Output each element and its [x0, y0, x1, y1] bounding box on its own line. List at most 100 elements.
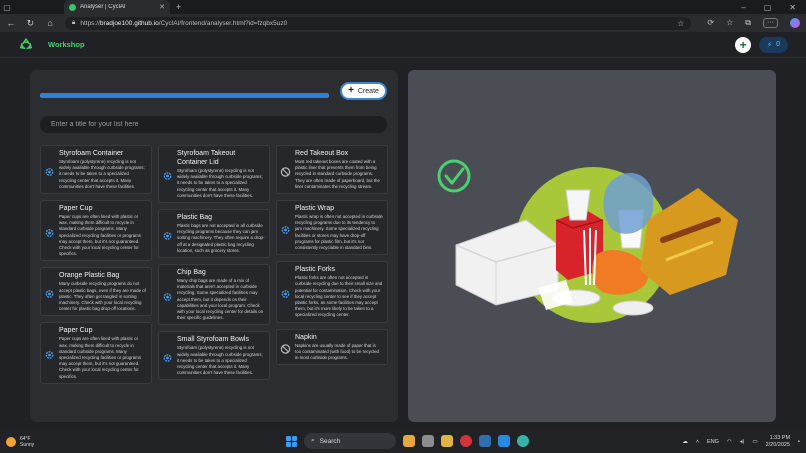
recycle-logo-icon[interactable]: [18, 37, 34, 53]
home-icon[interactable]: ⌂: [45, 18, 55, 28]
item-card[interactable]: Small Styrofoam Bowls Styrofoam (polystyr…: [158, 331, 270, 381]
taskbar-search[interactable]: ⌕ Search: [304, 433, 396, 449]
windows-start-icon[interactable]: [286, 435, 297, 447]
taskbar-center: ⌕ Search: [286, 433, 529, 449]
not-allowed-icon: [280, 164, 291, 177]
task-view-icon[interactable]: [422, 435, 434, 447]
item-name: Orange Plastic Bag: [59, 272, 120, 280]
battery-icon[interactable]: ▭: [752, 439, 757, 445]
points-count: 0: [776, 41, 780, 48]
split-screen-icon[interactable]: ⧉: [745, 18, 751, 28]
steam-icon[interactable]: [479, 435, 491, 447]
weather-widget[interactable]: 64°F Sunny: [6, 436, 34, 448]
create-button[interactable]: + Create: [340, 82, 387, 100]
chevron-up-icon[interactable]: ˄: [696, 439, 699, 445]
add-button[interactable]: +: [735, 36, 752, 53]
clock[interactable]: 1:33 PM 2/20/2025: [766, 435, 790, 449]
item-column-3: Red Takeout Box Most red takeout boxes ar…: [276, 145, 388, 366]
close-tab-icon[interactable]: ✕: [159, 3, 165, 11]
results-panel: + Create Styrofoam Container Styrofoam (p…: [30, 70, 398, 422]
wifi-icon[interactable]: ◠: [727, 439, 732, 445]
item-card[interactable]: Plastic Bag Plastic bags are not accepted…: [158, 209, 270, 259]
paper-cup: [565, 189, 591, 221]
app-root: Workshop + ⚡︎ 0 + Create Styrofoam Conta…: [0, 32, 806, 430]
progress-fill: [40, 93, 329, 98]
item-card[interactable]: Plastic Wrap Plastic wrap is often not ac…: [276, 200, 388, 256]
item-name: Red Takeout Box: [295, 150, 349, 157]
item-description: Plastic forks are often not accepted in …: [295, 275, 383, 318]
browser-tab-analyser[interactable]: Analyser | CyclAI ✕: [64, 0, 170, 14]
points-badge[interactable]: ⚡︎ 0: [759, 36, 788, 53]
item-name: Paper Cup: [59, 327, 93, 335]
cloud-icon[interactable]: ☁︎: [682, 439, 688, 445]
item-description: Styrofoam (polystyrene) recycling is not…: [59, 159, 145, 189]
item-card[interactable]: Red Takeout Box Most red takeout boxes ar…: [276, 145, 388, 195]
weather-condition: Sunny: [20, 441, 35, 448]
favicon-icon: [69, 3, 76, 11]
recycle-gear-icon: [162, 350, 173, 362]
item-card[interactable]: Plastic Forks Plastic forks are often not…: [276, 261, 388, 323]
not-allowed-icon: [280, 341, 291, 354]
item-name: Styrofoam Container: [59, 150, 124, 157]
recycle-gear-icon: [162, 169, 173, 180]
header-actions: + ⚡︎ 0: [735, 36, 788, 53]
window-menu-icon[interactable]: ▢: [0, 0, 14, 14]
minimize-icon[interactable]: –: [741, 3, 745, 12]
browser-toolbar: ⟳ ☆ ⧉ ···: [707, 18, 800, 28]
item-card[interactable]: Paper Cup Paper cups are often lined with…: [40, 200, 152, 262]
item-description: Paper cups are often lined with plastic …: [59, 336, 141, 379]
window-controls: – ▢ ✕: [741, 3, 806, 12]
address-bar-row: ← ↻ ⌂ 🔒︎ https://bradjoe100.github.io/Cy…: [0, 14, 806, 32]
collections-icon[interactable]: ☆: [726, 18, 733, 28]
list-title-input[interactable]: [40, 116, 387, 133]
recycle-gear-icon: [44, 164, 55, 176]
item-description: Styrofoam (polystyrene) recycling is not…: [177, 168, 263, 198]
item-description: Most red takeout boxes are coated with a…: [295, 159, 380, 189]
search-icon: ⌕: [311, 437, 315, 444]
search-label: Search: [319, 437, 341, 445]
close-window-icon[interactable]: ✕: [789, 3, 796, 12]
recycle-gear-icon: [280, 286, 291, 298]
copilot-icon[interactable]: [789, 18, 800, 28]
more-options-icon[interactable]: ···: [762, 18, 778, 28]
item-card[interactable]: Orange Plastic Bag Many curbside recyclin…: [40, 267, 152, 317]
image-preview-panel: [408, 70, 776, 422]
item-card[interactable]: Styrofoam Container Styrofoam (polystyren…: [40, 145, 152, 195]
vscode-icon[interactable]: [498, 435, 510, 447]
back-icon[interactable]: ←: [6, 18, 16, 28]
recycle-gear-icon: [44, 286, 55, 298]
notification-icon[interactable]: ▪: [798, 439, 800, 445]
opera-icon[interactable]: [460, 435, 472, 447]
item-card[interactable]: Napkin Napkins are usually made of paper …: [276, 328, 388, 366]
volume-icon[interactable]: ◂): [740, 439, 745, 445]
url-field[interactable]: 🔒︎ https://bradjoe100.github.io/CyclAI/f…: [64, 16, 692, 30]
check-circle-icon: [437, 159, 471, 193]
tab-title: Analyser | CyclAI: [80, 4, 126, 10]
item-name: Napkin: [295, 333, 317, 341]
item-name: Chip Bag: [177, 269, 206, 277]
edge-icon[interactable]: [517, 435, 529, 447]
favorite-star-icon[interactable]: ☆: [677, 19, 684, 28]
workshop-link[interactable]: Workshop: [48, 40, 85, 49]
recycle-gear-icon: [44, 348, 55, 360]
language-indicator[interactable]: ENG: [707, 439, 719, 445]
file-explorer-icon[interactable]: [441, 435, 453, 447]
clock-date: 2/20/2025: [765, 441, 791, 448]
item-card[interactable]: Paper Cup Paper cups are often lined with…: [40, 322, 152, 384]
new-tab-button[interactable]: +: [176, 2, 181, 12]
item-description: Plastic wrap is often not accepted in cu…: [295, 214, 383, 251]
recycle-gear-icon: [280, 222, 291, 234]
reload-icon[interactable]: ↻: [26, 18, 36, 29]
app-header: Workshop + ⚡︎ 0: [0, 32, 806, 58]
item-card[interactable]: Chip Bag Many chip bags are made of a mix…: [158, 264, 270, 326]
refresh-split-icon[interactable]: ⟳: [707, 18, 714, 28]
widget-icon[interactable]: [403, 435, 415, 447]
maximize-icon[interactable]: ▢: [764, 3, 772, 12]
bolt-icon: ⚡︎: [767, 41, 773, 49]
item-description: Napkins are usually made of paper that i…: [295, 342, 379, 361]
item-card[interactable]: Styrofoam Takeout Container Lid Styrofoam…: [158, 145, 270, 204]
item-description: Plastic bags are not accepted in all cur…: [177, 223, 265, 253]
item-description: Many curbside recycling programs do not …: [59, 281, 146, 312]
item-column-1: Styrofoam Container Styrofoam (polystyren…: [40, 145, 152, 384]
plastic-bag: [603, 173, 654, 234]
